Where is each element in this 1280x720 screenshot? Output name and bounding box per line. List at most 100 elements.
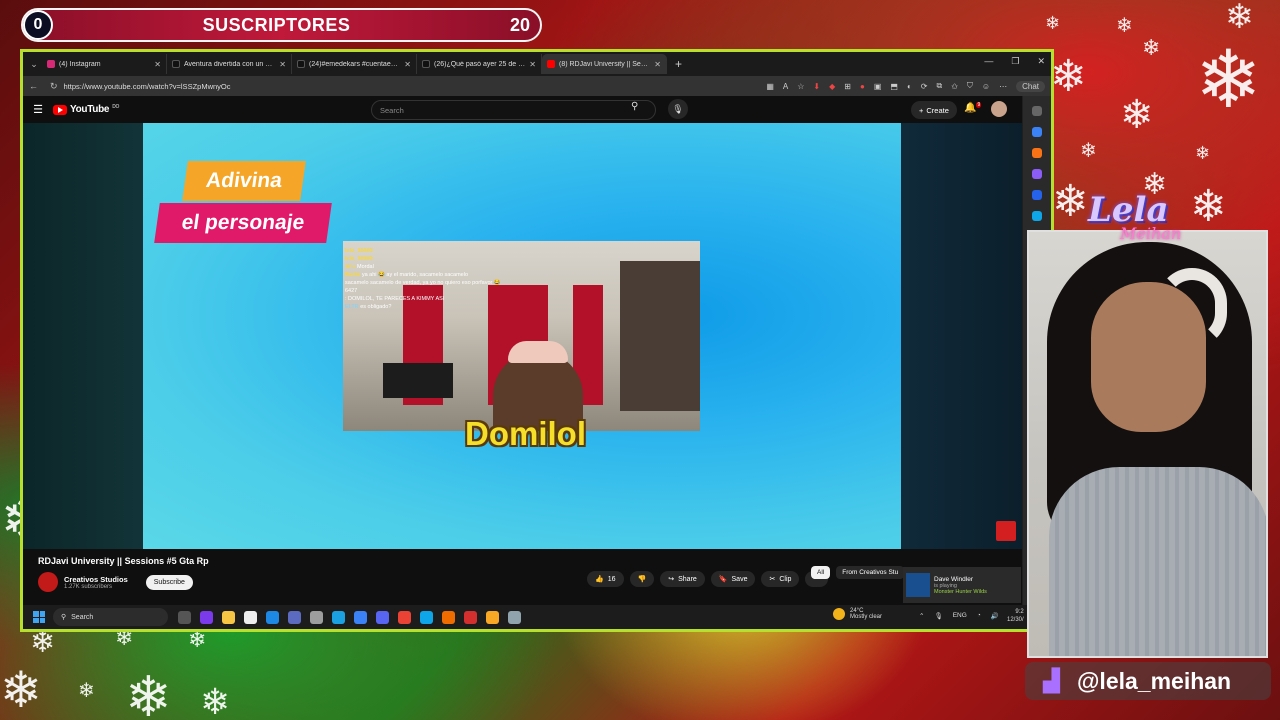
- video-frame[interactable]: Adivina el personaje lelo_38383 lelo_383…: [143, 123, 901, 549]
- create-button[interactable]: + Create: [911, 101, 957, 119]
- discord-icon[interactable]: [376, 610, 389, 624]
- search-icon[interactable]: [1032, 106, 1042, 116]
- notifications-icon[interactable]: 🔔9: [964, 102, 982, 113]
- app-icon[interactable]: [442, 610, 455, 624]
- webcam-feed: [1027, 230, 1268, 658]
- app-icon[interactable]: [288, 610, 301, 624]
- dislike-button[interactable]: 👎: [629, 571, 655, 587]
- like-button[interactable]: 👍 16: [587, 571, 624, 587]
- app-icon[interactable]: [354, 610, 367, 624]
- shopping-icon[interactable]: [1032, 148, 1042, 158]
- close-icon[interactable]: ✕: [279, 60, 286, 69]
- subscribe-button[interactable]: Subscribe: [145, 574, 193, 590]
- avatar[interactable]: [991, 101, 1007, 117]
- search-input[interactable]: Search: [371, 100, 656, 120]
- search-icon[interactable]: ⚲: [631, 101, 638, 112]
- restore-icon[interactable]: ❐: [1011, 56, 1019, 67]
- download-icon[interactable]: ⬇: [813, 82, 820, 91]
- channel-avatar[interactable]: [38, 572, 58, 592]
- task-view-icon[interactable]: [178, 610, 191, 624]
- game-activity-toast[interactable]: Dave Windler is playing Monster Hunter W…: [903, 567, 1021, 603]
- recommendation-chips: All From Creativos Stu: [811, 566, 905, 579]
- collections-icon[interactable]: ⧉: [937, 81, 943, 91]
- back-icon[interactable]: ←: [29, 81, 38, 91]
- copilot-icon[interactable]: [1032, 190, 1042, 200]
- youtube-icon: [547, 60, 555, 68]
- extension-icon[interactable]: ●: [860, 82, 865, 91]
- browser-tab[interactable]: Aventura divertida con un gato vo ✕: [167, 54, 292, 74]
- chrome-icon[interactable]: [398, 610, 411, 624]
- toast-text: Dave Windler is playing Monster Hunter W…: [934, 576, 987, 595]
- copilot-chat-button[interactable]: Chat: [1016, 80, 1045, 92]
- menu-icon[interactable]: ☰: [23, 103, 53, 116]
- browser-tab[interactable]: (26)¿Qué pasó ayer 25 de Dic? mo ✕: [417, 54, 542, 74]
- wifi-icon[interactable]: ◔: [977, 612, 981, 620]
- app-icon[interactable]: [464, 610, 477, 624]
- browser-tab-active[interactable]: (8) RDJavi University || Sessions #5 ✕: [542, 54, 667, 74]
- profile-icon[interactable]: ☺: [982, 82, 990, 91]
- windows-start-icon[interactable]: [33, 611, 45, 623]
- file-explorer-icon[interactable]: [222, 610, 235, 624]
- subscriber-count: 0: [23, 10, 53, 40]
- language-indicator[interactable]: ENG: [953, 612, 967, 620]
- channel-name[interactable]: Creativos Studios: [64, 575, 128, 584]
- close-icon[interactable]: ✕: [529, 60, 536, 69]
- close-icon[interactable]: ✕: [654, 60, 661, 69]
- reader-icon[interactable]: ▦: [766, 82, 774, 91]
- edge-icon[interactable]: [332, 610, 345, 624]
- translate-icon[interactable]: A: [783, 82, 788, 91]
- chat-line: Budie ya ahi 😂 ay el marido, sacamelo sa…: [345, 272, 469, 278]
- weather-widget[interactable]: 24°C Mostly clear: [833, 608, 882, 620]
- browser-tab[interactable]: (24)#emedekars #cuentaendecade ✕: [292, 54, 417, 74]
- chip-all[interactable]: All: [811, 566, 831, 579]
- extension-icon[interactable]: ◐: [907, 82, 912, 91]
- store-icon[interactable]: [310, 610, 323, 624]
- taskbar-clock[interactable]: 9:2 12/30/: [1007, 608, 1024, 624]
- sync-icon[interactable]: ⟳: [921, 82, 928, 91]
- new-tab-icon[interactable]: +: [675, 57, 682, 71]
- chip-channel[interactable]: From Creativos Stu: [836, 566, 905, 579]
- tab-search-icon[interactable]: ⌄: [26, 59, 42, 70]
- video-actions: 👍 16 👎 ↪ Share 🔖 Save ✂ Clip ⋯: [587, 571, 829, 587]
- app-icon[interactable]: [508, 610, 521, 624]
- chevron-up-icon[interactable]: ⌃: [919, 612, 924, 620]
- url-input[interactable]: https://www.youtube.com/watch?v=lSSZpMwn…: [64, 82, 767, 91]
- microphone-icon[interactable]: 🎙: [668, 99, 688, 119]
- minimize-icon[interactable]: —: [984, 56, 993, 67]
- video-player[interactable]: Adivina el personaje lelo_38383 lelo_383…: [23, 123, 1022, 549]
- clip-button[interactable]: ✂ Clip: [761, 571, 800, 587]
- extension-icon[interactable]: ◆: [829, 82, 835, 91]
- favorites-bar-icon[interactable]: ✩: [951, 82, 958, 91]
- volume-icon[interactable]: 🔊: [991, 612, 999, 620]
- channel-watermark[interactable]: [996, 521, 1016, 541]
- more-icon[interactable]: ⋯: [999, 82, 1007, 91]
- close-icon[interactable]: ✕: [404, 60, 411, 69]
- outlook-icon[interactable]: [1032, 211, 1042, 221]
- shield-icon[interactable]: ⛉: [967, 81, 973, 91]
- refresh-icon[interactable]: ↻: [50, 81, 58, 92]
- microphone-icon[interactable]: 🎙: [934, 612, 942, 620]
- save-button[interactable]: 🔖 Save: [710, 571, 756, 587]
- app-icon[interactable]: [420, 610, 433, 624]
- extension-icon[interactable]: ▣: [874, 82, 882, 91]
- close-icon[interactable]: ✕: [154, 60, 161, 69]
- close-window-icon[interactable]: ✕: [1037, 56, 1045, 67]
- games-icon[interactable]: [1032, 169, 1042, 179]
- copilot-app-icon[interactable]: [200, 610, 213, 624]
- bookmark-icon: 🔖: [718, 576, 728, 583]
- app-icon[interactable]: [486, 610, 499, 624]
- favorite-icon[interactable]: ☆: [797, 82, 804, 91]
- game-icon: [906, 573, 930, 597]
- app-icon[interactable]: [266, 610, 279, 624]
- screen-capture: ⌄ (4) Instagram ✕ Aventura divertida con…: [20, 49, 1054, 632]
- extension-icon[interactable]: ⊞: [844, 82, 851, 91]
- extension-icon[interactable]: ⬒: [890, 82, 898, 91]
- youtube-logo[interactable]: YouTube DO: [53, 104, 119, 115]
- browser-tab[interactable]: (4) Instagram ✕: [42, 54, 167, 74]
- capcut-icon[interactable]: [244, 610, 257, 624]
- taskbar-search[interactable]: ⚲ Search: [53, 608, 168, 626]
- title-badge-bottom: el personaje: [154, 203, 332, 243]
- share-button[interactable]: ↪ Share: [660, 571, 705, 587]
- channel-row: Creativos Studios 1.27K subscribers Subs…: [38, 572, 193, 592]
- tag-icon[interactable]: [1032, 127, 1042, 137]
